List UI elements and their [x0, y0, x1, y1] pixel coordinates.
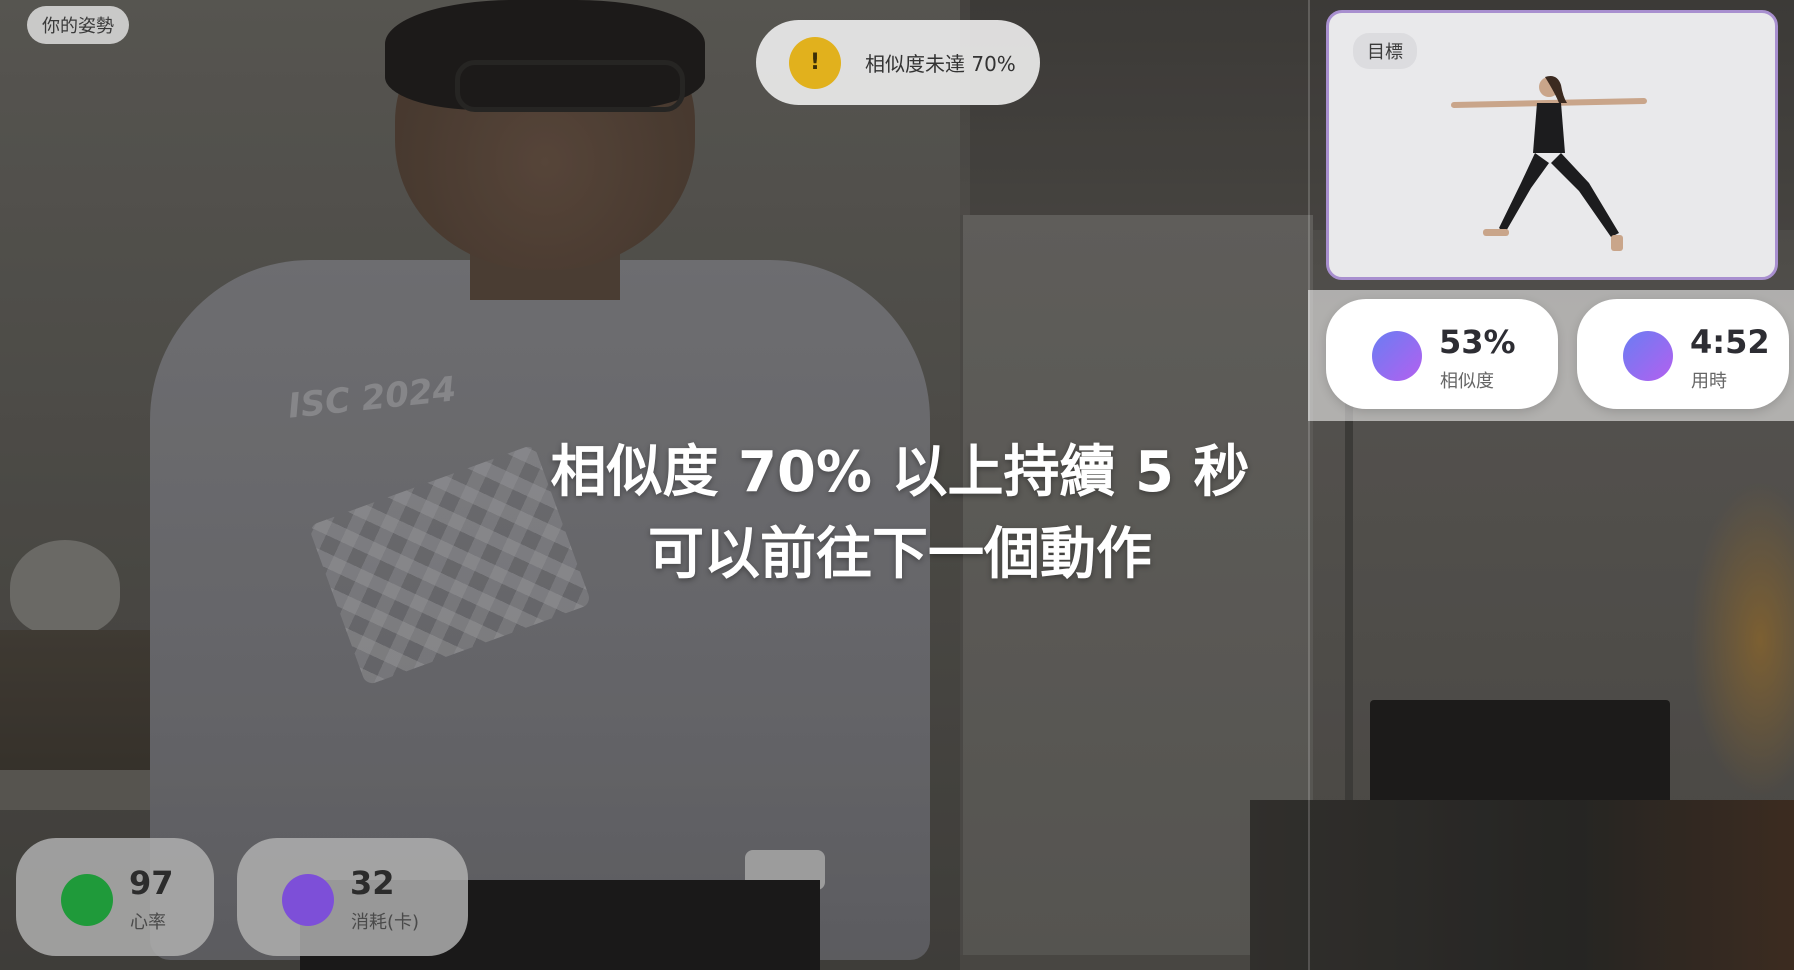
target-label: 目標 [1353, 33, 1417, 69]
elapsed-time-label: 用時 [1691, 371, 1727, 392]
calories-label: 消耗(卡) [351, 912, 420, 933]
instruction-line-2: 可以前往下一個動作 [648, 522, 1152, 587]
heart-rate-icon [61, 874, 113, 926]
similarity-stat-card: 53% 相似度 [1326, 299, 1558, 409]
target-pose-card: 目標 [1326, 10, 1778, 280]
similarity-value: 53% [1439, 323, 1516, 361]
timer-icon [1623, 331, 1673, 381]
target-pose-image [1451, 76, 1647, 251]
heart-rate-label: 心率 [130, 912, 166, 933]
calories-card: 32 消耗(卡) [237, 838, 468, 956]
warning-icon: ! [789, 36, 841, 89]
your-pose-label: 你的姿勢 [27, 6, 129, 44]
similarity-warning-banner: ! 相似度未達 70% [756, 20, 1040, 105]
calories-value: 32 [350, 864, 395, 902]
warning-text: 相似度未達 70% [865, 52, 1016, 76]
heart-rate-value: 97 [129, 864, 174, 902]
calories-icon [282, 874, 334, 926]
instruction-message: 相似度 70% 以上持續 5 秒 可以前往下一個動作 [480, 432, 1320, 596]
instruction-line-1: 相似度 70% 以上持續 5 秒 [550, 440, 1250, 505]
similarity-icon [1372, 331, 1422, 381]
elapsed-time-value: 4:52 [1690, 323, 1770, 361]
heart-rate-card: 97 心率 [16, 838, 214, 956]
similarity-label: 相似度 [1440, 371, 1494, 392]
time-stat-card: 4:52 用時 [1577, 299, 1789, 409]
yoga-session-screen: ISC 2024 你的姿勢 ! 相似度未達 70% 目標 53% 相似度 4:5… [0, 0, 1794, 970]
